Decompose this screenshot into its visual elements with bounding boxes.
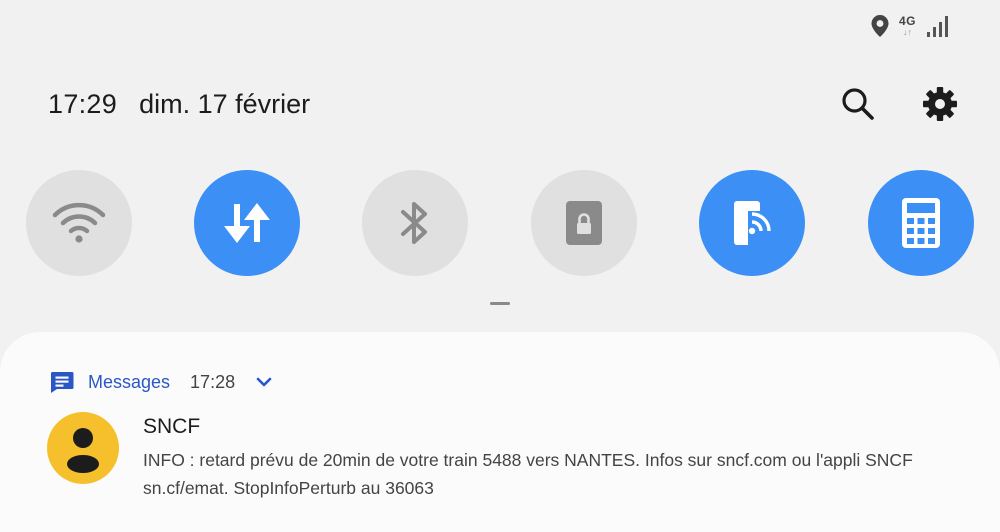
tile-rotation-lock[interactable] (531, 170, 637, 276)
chevron-down-icon (256, 377, 272, 387)
notification-shade: 4G ↓↑ 17:29 dim. 17 février Messages 17:… (0, 0, 1000, 532)
bluetooth-icon (401, 202, 427, 244)
messages-icon (50, 372, 74, 393)
notification-time: 17:28 (190, 371, 236, 392)
data-transfer-icon (224, 203, 270, 243)
tile-calculator[interactable] (868, 170, 974, 276)
notification-message: INFO : retard prévu de 20min de votre tr… (143, 450, 913, 498)
expand-handle[interactable] (490, 302, 510, 305)
location-icon (871, 15, 889, 37)
tile-cast[interactable] (699, 170, 805, 276)
quick-settings-tiles (26, 170, 974, 276)
notification-header: Messages 17:28 (50, 368, 275, 396)
settings-gear-icon (923, 87, 957, 121)
tile-bluetooth[interactable] (362, 170, 468, 276)
tile-wifi[interactable] (26, 170, 132, 276)
notification-sender: SNCF (143, 415, 201, 438)
tile-mobile-data[interactable] (194, 170, 300, 276)
search-button[interactable] (838, 84, 878, 124)
settings-button[interactable] (920, 84, 960, 124)
notification-card[interactable]: Messages 17:28 SNCF INFO : retard prévu … (0, 332, 1000, 532)
app-name: Messages (88, 371, 171, 392)
calculator-icon (902, 198, 940, 248)
signal-icon (926, 14, 950, 38)
header-actions (838, 84, 960, 124)
status-bar: 4G ↓↑ (871, 8, 950, 44)
avatar (47, 412, 119, 484)
network-4g-icon: 4G ↓↑ (898, 14, 916, 37)
cast-icon (734, 201, 776, 249)
shade-header: 17:29 dim. 17 février (48, 84, 960, 124)
date: dim. 17 février (139, 88, 311, 119)
search-icon (842, 88, 874, 120)
clock: 17:29 (48, 88, 118, 119)
expand-notification-button[interactable] (253, 371, 275, 393)
wifi-icon (52, 202, 106, 243)
lock-icon (566, 201, 602, 245)
person-icon (67, 428, 99, 473)
